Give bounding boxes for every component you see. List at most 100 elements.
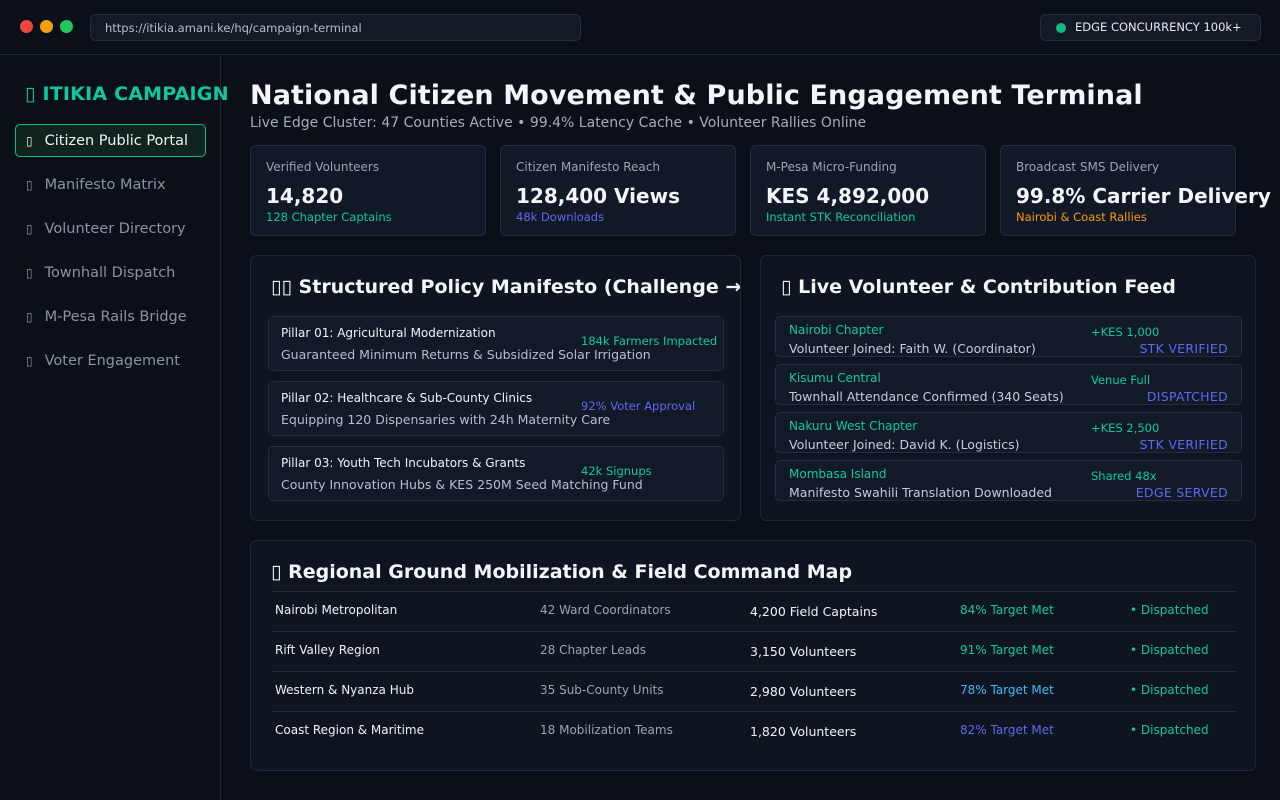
manifesto-pillar[interactable]: Pillar 02: Healthcare & Sub-County Clini… bbox=[268, 381, 724, 436]
pillar-metric: 92% Voter Approval bbox=[581, 399, 696, 413]
stat-label: M-Pesa Micro-Funding bbox=[766, 160, 897, 174]
feed-amount: +KES 1,000 bbox=[1091, 325, 1160, 339]
feed-amount: Venue Full bbox=[1091, 373, 1151, 387]
url-bar[interactable]: https://itikia.amani.ke/hq/campaign-term… bbox=[90, 14, 581, 41]
maximize-window-button[interactable] bbox=[60, 20, 73, 33]
stat-sub: Nairobi & Coast Rallies bbox=[1016, 210, 1147, 224]
map-panel-title: ▯ Regional Ground Mobilization & Field C… bbox=[271, 561, 852, 583]
brand-logo: ▯ ITIKIA CAMPAIGN bbox=[25, 83, 229, 105]
sidebar-item-label: M-Pesa Rails Bridge bbox=[44, 309, 187, 325]
glyph-placeholder-icon: ▯ bbox=[26, 310, 33, 324]
stat-sub: 128 Chapter Captains bbox=[266, 210, 392, 224]
manifesto-panel: ▯▯ Structured Policy Manifesto (Challeng… bbox=[250, 255, 741, 521]
manifesto-pillar[interactable]: Pillar 01: Agricultural Modernization Gu… bbox=[268, 316, 724, 371]
table-row[interactable]: Coast Region & Maritime 18 Mobilization … bbox=[271, 712, 1236, 752]
feed-chapter: Nairobi Chapter bbox=[789, 323, 884, 337]
sidebar: ▯ ITIKIA CAMPAIGN ▯ Citizen Public Porta… bbox=[0, 55, 229, 800]
sidebar-item-volunteer-directory[interactable]: ▯ Volunteer Directory bbox=[15, 212, 206, 245]
page-title: National Citizen Movement & Public Engag… bbox=[250, 80, 1143, 111]
feed-item[interactable]: Mombasa Island Manifesto Swahili Transla… bbox=[775, 460, 1242, 501]
volunteer-feed-panel: ▯ Live Volunteer & Contribution Feed Nai… bbox=[760, 255, 1256, 521]
stat-card-volunteers: Verified Volunteers 14,820 128 Chapter C… bbox=[250, 145, 486, 236]
region-count: 4,200 Field Captains bbox=[750, 604, 878, 619]
feed-status-badge: STK VERIFIED bbox=[1139, 341, 1228, 356]
close-window-button[interactable] bbox=[20, 20, 33, 33]
glyph-placeholder-icon: ▯ bbox=[26, 222, 33, 236]
status-badge: • Dispatched bbox=[1130, 603, 1209, 617]
region-units: 28 Chapter Leads bbox=[540, 643, 646, 657]
sidebar-item-label: Voter Engagement bbox=[44, 353, 180, 369]
feed-item[interactable]: Nakuru West Chapter Volunteer Joined: Da… bbox=[775, 412, 1242, 453]
feed-title-text: Live Volunteer & Contribution Feed bbox=[798, 276, 1176, 298]
table-row[interactable]: Nairobi Metropolitan 42 Ward Coordinator… bbox=[271, 592, 1236, 632]
feed-desc: Volunteer Joined: Faith W. (Coordinator) bbox=[789, 341, 1036, 356]
region-target: 84% Target Met bbox=[960, 603, 1054, 617]
region-target: 91% Target Met bbox=[960, 643, 1054, 657]
edge-concurrency-label: EDGE CONCURRENCY 100k+ bbox=[1075, 20, 1242, 34]
pillar-title: Pillar 03: Youth Tech Incubators & Grant… bbox=[281, 456, 526, 470]
minimize-window-button[interactable] bbox=[40, 20, 53, 33]
stat-label: Citizen Manifesto Reach bbox=[516, 160, 660, 174]
stat-value: 128,400 Views bbox=[516, 184, 680, 208]
sidebar-item-citizen-public-portal[interactable]: ▯ Citizen Public Portal bbox=[15, 124, 206, 157]
feed-amount: Shared 48x bbox=[1091, 469, 1157, 483]
feed-desc: Manifesto Swahili Translation Downloaded bbox=[789, 485, 1052, 500]
edge-concurrency-badge: EDGE CONCURRENCY 100k+ bbox=[1040, 14, 1261, 41]
status-badge: • Dispatched bbox=[1130, 683, 1209, 697]
region-units: 42 Ward Coordinators bbox=[540, 603, 671, 617]
pillar-desc: County Innovation Hubs & KES 250M Seed M… bbox=[281, 477, 643, 492]
sidebar-item-label: Citizen Public Portal bbox=[44, 133, 188, 149]
sidebar-item-label: Townhall Dispatch bbox=[44, 265, 176, 281]
sidebar-item-voter-engagement[interactable]: ▯ Voter Engagement bbox=[15, 344, 206, 377]
region-count: 2,980 Volunteers bbox=[750, 684, 857, 699]
pillar-desc: Guaranteed Minimum Returns & Subsidized … bbox=[281, 347, 651, 362]
stat-sub: 48k Downloads bbox=[516, 210, 605, 224]
map-title-text: Regional Ground Mobilization & Field Com… bbox=[288, 561, 853, 583]
region-units: 18 Mobilization Teams bbox=[540, 723, 673, 737]
glyph-placeholder-icon: ▯ bbox=[26, 134, 33, 148]
feed-status-badge: STK VERIFIED bbox=[1139, 437, 1228, 452]
sidebar-item-label: Manifesto Matrix bbox=[44, 177, 166, 193]
status-badge: • Dispatched bbox=[1130, 723, 1209, 737]
glyph-placeholder-icon: ▯ bbox=[26, 354, 33, 368]
region-name: Rift Valley Region bbox=[275, 643, 380, 657]
glyph-placeholder-icon: ▯ bbox=[26, 266, 33, 280]
region-target: 82% Target Met bbox=[960, 723, 1054, 737]
sidebar-item-manifesto-matrix[interactable]: ▯ Manifesto Matrix bbox=[15, 168, 206, 201]
feed-item[interactable]: Kisumu Central Townhall Attendance Confi… bbox=[775, 364, 1242, 405]
sidebar-item-mpesa-rails-bridge[interactable]: ▯ M-Pesa Rails Bridge bbox=[15, 300, 206, 333]
stat-card-mpesa-funding: M-Pesa Micro-Funding KES 4,892,000 Insta… bbox=[750, 145, 986, 236]
field-command-map-panel: ▯ Regional Ground Mobilization & Field C… bbox=[250, 540, 1256, 771]
glyph-placeholder-icon: ▯▯ bbox=[271, 276, 292, 298]
region-name: Nairobi Metropolitan bbox=[275, 603, 398, 617]
manifesto-panel-title: ▯▯ Structured Policy Manifesto (Challeng… bbox=[271, 276, 741, 298]
pillar-desc: Equipping 120 Dispensaries with 24h Mate… bbox=[281, 412, 611, 427]
stat-value: 14,820 bbox=[266, 184, 344, 208]
feed-item[interactable]: Nairobi Chapter Volunteer Joined: Faith … bbox=[775, 316, 1242, 357]
browser-topbar: https://itikia.amani.ke/hq/campaign-term… bbox=[0, 0, 1280, 55]
feed-chapter: Nakuru West Chapter bbox=[789, 419, 918, 433]
manifesto-pillar[interactable]: Pillar 03: Youth Tech Incubators & Grant… bbox=[268, 446, 724, 501]
status-dot-icon bbox=[1056, 23, 1066, 33]
feed-amount: +KES 2,500 bbox=[1091, 421, 1160, 435]
stat-value: KES 4,892,000 bbox=[766, 184, 930, 208]
glyph-placeholder-icon: ▯ bbox=[271, 561, 282, 583]
feed-chapter: Mombasa Island bbox=[789, 467, 887, 481]
table-row[interactable]: Rift Valley Region 28 Chapter Leads 3,15… bbox=[271, 632, 1236, 672]
region-count: 1,820 Volunteers bbox=[750, 724, 857, 739]
sidebar-item-label: Volunteer Directory bbox=[44, 221, 186, 237]
sidebar-item-townhall-dispatch[interactable]: ▯ Townhall Dispatch bbox=[15, 256, 206, 289]
glyph-placeholder-icon: ▯ bbox=[781, 276, 792, 298]
feed-panel-title: ▯ Live Volunteer & Contribution Feed bbox=[781, 276, 1176, 298]
region-count: 3,150 Volunteers bbox=[750, 644, 857, 659]
stat-label: Verified Volunteers bbox=[266, 160, 380, 174]
pillar-metric: 184k Farmers Impacted bbox=[581, 334, 718, 348]
table-row[interactable]: Western & Nyanza Hub 35 Sub-County Units… bbox=[271, 672, 1236, 712]
brand-glyph-placeholder-icon: ▯ bbox=[25, 83, 36, 105]
region-name: Coast Region & Maritime bbox=[275, 723, 424, 737]
status-badge: • Dispatched bbox=[1130, 643, 1209, 657]
pillar-title: Pillar 01: Agricultural Modernization bbox=[281, 326, 496, 340]
pillar-metric: 42k Signups bbox=[581, 464, 652, 478]
manifesto-title-text: Structured Policy Manifesto (Challenge →… bbox=[298, 276, 741, 298]
stat-label: Broadcast SMS Delivery bbox=[1016, 160, 1160, 174]
